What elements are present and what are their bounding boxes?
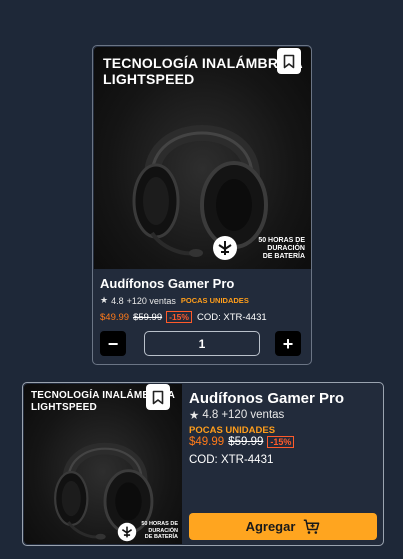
brand-logo-icon [213,236,237,260]
brand-logo-icon [117,522,137,542]
old-price: $59.99 [228,436,264,448]
price-row: $49.99 $59.99 -15% COD: XTR-4431 [100,311,267,323]
minus-icon: − [107,333,119,354]
product-card-horizontal[interactable]: TECNOLOGÍA INALÁMBRICA LIGHTSPEED 50 HOR… [22,382,384,546]
star-icon: ★ [100,295,109,305]
sales-count: +120 ventas [221,409,285,421]
bookmark-icon [283,54,295,68]
old-price: $59.99 [133,311,163,323]
bookmark-button[interactable] [277,48,301,74]
rating-value: 4.8 [202,409,219,421]
battery-badge: 50 HORAS DE DURACIÓN DE BATERÍA [141,521,178,540]
rating-value: 4.8 [111,295,124,306]
product-title[interactable]: Audífonos Gamer Pro [100,276,234,291]
price: $49.99 [189,436,225,448]
discount-badge: -15% [166,311,192,323]
star-icon: ★ [189,410,200,422]
add-button-label: Agregar [245,519,296,534]
product-code: COD: XTR-4431 [196,311,267,323]
headset-illustration [132,125,268,257]
cart-plus-icon [303,518,320,535]
sales-count: +120 ventas [126,295,176,306]
plus-icon: + [282,333,294,354]
decrease-quantity-button[interactable]: − [100,331,126,356]
product-code: COD: XTR-4431 [189,454,274,466]
rating-row: ★ 4.8 +120 ventas POCAS UNIDADES [100,295,249,306]
add-to-cart-button[interactable]: Agregar [189,513,377,540]
product-image[interactable]: TECNOLOGÍA INALÁMBRICA LIGHTSPEED 50 HOR… [94,47,311,269]
price: $49.99 [100,311,130,323]
product-title[interactable]: Audífonos Gamer Pro [189,390,344,407]
quantity-input[interactable]: 1 [144,331,260,356]
price-row: $49.99 $59.99 -15% [189,436,295,448]
battery-badge: 50 HORAS DE DURACIÓN DE BATERÍA [258,237,305,260]
bookmark-button[interactable] [146,384,170,410]
stock-label: POCAS UNIDADES [180,296,249,305]
discount-badge: -15% [267,436,295,448]
increase-quantity-button[interactable]: + [275,331,301,356]
rating-row: ★ 4.8 +120 ventas [189,408,284,422]
stock-label: POCAS UNIDADES [189,425,276,436]
product-card-vertical[interactable]: TECNOLOGÍA INALÁMBRICA LIGHTSPEED 50 HOR… [92,45,312,365]
bookmark-icon [152,390,164,404]
